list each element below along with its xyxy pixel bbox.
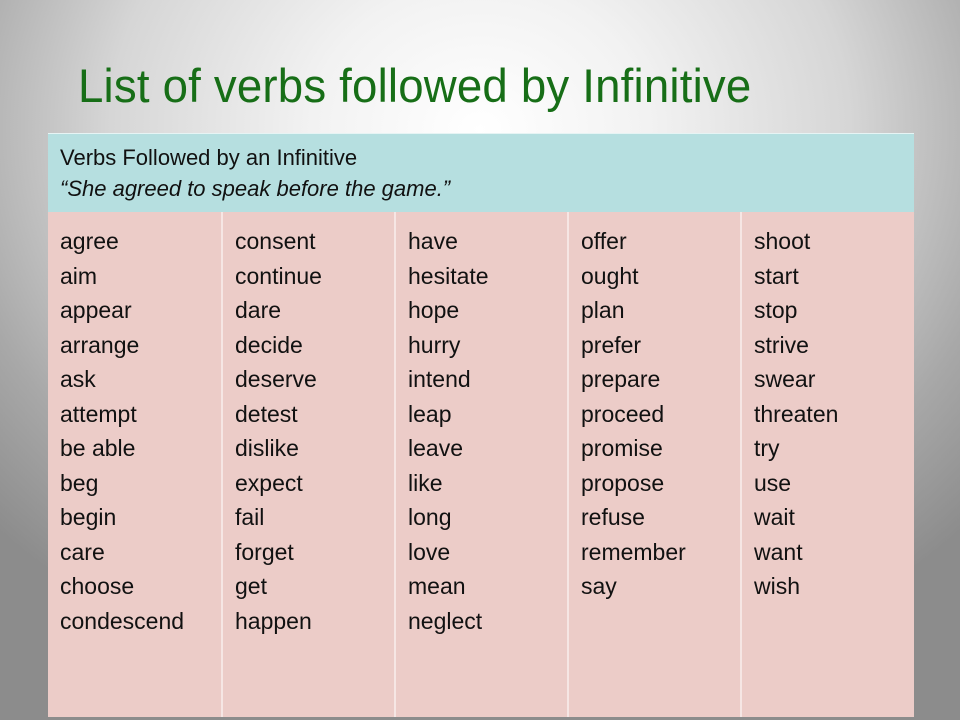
- verb-item: forget: [235, 538, 294, 565]
- verb-item: love: [408, 538, 451, 565]
- verb-column-4: offer ought plan prefer prepare proceed promis…: [567, 212, 740, 717]
- slide-title: List of verbs followed by Infinitive: [78, 59, 752, 112]
- verb-item: say: [581, 573, 617, 599]
- verb-item: ought: [581, 262, 639, 289]
- verb-item: leave: [408, 435, 463, 461]
- verb-item: offer: [581, 228, 627, 254]
- verb-column-5: shoot start stop strive swear threaten try use w…: [740, 212, 914, 717]
- verb-column-1: agree aim appear arrange ask attempt be able be…: [48, 212, 221, 717]
- verb-column-2: consent continue dare decide deserve detest di…: [221, 212, 394, 717]
- verb-item: condescend: [60, 607, 185, 634]
- verb-item: plan: [581, 297, 625, 323]
- verb-item: neglect: [408, 607, 483, 634]
- verb-item: beg: [60, 469, 99, 496]
- verb-item: fail: [235, 504, 265, 530]
- verb-item: refuse: [581, 504, 645, 530]
- verb-item: propose: [581, 469, 665, 496]
- verb-item: start: [754, 262, 799, 289]
- verb-item: ask: [60, 366, 96, 392]
- verb-item: threaten: [754, 400, 839, 427]
- verb-item: like: [408, 469, 443, 496]
- verb-item: get: [235, 573, 267, 599]
- verb-item: appear: [60, 297, 132, 323]
- verb-item: attempt: [60, 400, 137, 427]
- verb-item: strive: [754, 331, 809, 358]
- verb-item: begin: [60, 504, 117, 530]
- verb-item: arrange: [60, 331, 140, 358]
- verb-item: aim: [60, 262, 98, 289]
- verb-item: prefer: [581, 331, 642, 358]
- verb-item: remember: [581, 538, 686, 565]
- verb-item: have: [408, 228, 458, 254]
- verb-item: detest: [235, 400, 298, 427]
- verb-item: choose: [60, 573, 135, 599]
- table-body: agree aim appear arrange ask attempt be able be…: [48, 212, 914, 717]
- verb-item: care: [60, 538, 105, 565]
- verb-item: long: [408, 504, 452, 530]
- verb-item: stop: [754, 297, 798, 323]
- verb-item: dare: [235, 297, 282, 323]
- verb-item: hesitate: [408, 262, 489, 289]
- verb-item: decide: [235, 331, 303, 358]
- verb-item: hope: [408, 297, 460, 323]
- verb-column-3: have hesitate hope hurry intend leap leave like…: [394, 212, 567, 717]
- verb-item: promise: [581, 435, 663, 461]
- verb-item: intend: [408, 366, 471, 392]
- verb-item: agree: [60, 228, 119, 254]
- verb-item: wish: [754, 573, 801, 599]
- table-header-example-sentence: “She agreed to speak before the game.”: [60, 176, 451, 201]
- verb-item: deserve: [235, 366, 317, 392]
- verb-item: prepare: [581, 366, 661, 392]
- verb-item: use: [754, 469, 792, 496]
- verb-item: continue: [235, 262, 322, 289]
- verb-item: try: [754, 435, 780, 461]
- verb-item: swear: [754, 366, 816, 392]
- table-header: Verbs Followed by an Infinitive “She agr…: [48, 133, 914, 213]
- verbs-table: Verbs Followed by an Infinitive “She agr…: [48, 133, 914, 717]
- verb-item: mean: [408, 573, 466, 599]
- verb-item: consent: [235, 228, 316, 254]
- table-header-title: Verbs Followed by an Infinitive: [60, 145, 358, 170]
- verb-item: shoot: [754, 228, 811, 254]
- verb-item: expect: [235, 469, 303, 496]
- verb-item: hurry: [408, 331, 461, 358]
- verb-item: be able: [60, 435, 136, 461]
- verb-item: proceed: [581, 400, 665, 427]
- verb-item: wait: [754, 504, 795, 530]
- verb-item: dislike: [235, 435, 299, 461]
- verb-item: leap: [408, 400, 452, 427]
- verb-item: happen: [235, 607, 312, 634]
- verb-item: want: [754, 538, 803, 565]
